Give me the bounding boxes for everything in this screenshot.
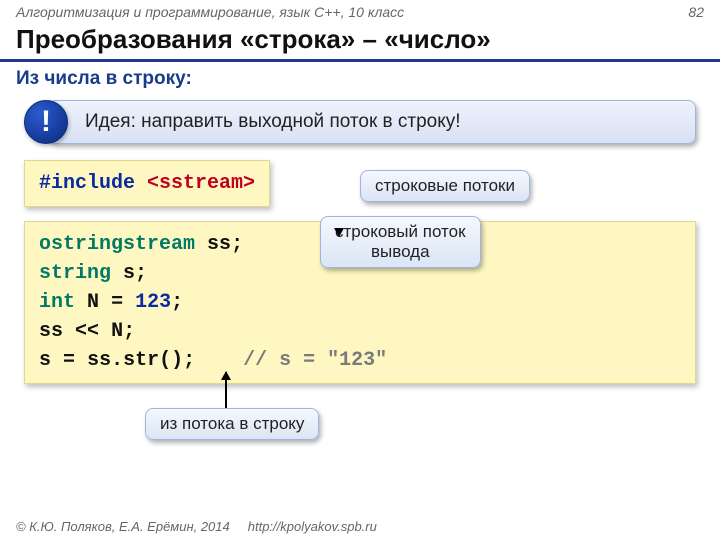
callout-to-string: из потока в строку [145, 408, 319, 440]
tok: ; [171, 291, 183, 314]
exclamation-icon: ! [24, 100, 68, 144]
tok: 123 [135, 291, 171, 314]
tok: s [39, 349, 51, 372]
tok: N [87, 291, 99, 314]
tok: ss [207, 233, 231, 256]
tok: = [63, 349, 75, 372]
tok: string [39, 262, 111, 285]
page-subtitle: Из числа в строку: [0, 62, 720, 100]
page-title: Преобразования «строка» – «число» [0, 22, 720, 62]
tok: ; [123, 320, 135, 343]
idea-text: Идея: направить выходной поток в строку! [48, 100, 696, 144]
tok: ss.str() [87, 349, 183, 372]
tok-include: #include [39, 172, 135, 195]
copyright: © К.Ю. Поляков, Е.А. Ерёмин, 2014 [16, 519, 230, 534]
tok-comment: // s = "123" [243, 349, 387, 372]
tok: ; [135, 262, 147, 285]
tok: int [39, 291, 75, 314]
tok: ; [183, 349, 195, 372]
idea-callout: Идея: направить выходной поток в строку!… [24, 100, 696, 146]
tok: ; [231, 233, 243, 256]
tok: = [111, 291, 123, 314]
arrow-icon [225, 372, 227, 408]
callout-string-streams: строковые потоки [360, 170, 530, 202]
header-bar: Алгоритмизация и программирование, язык … [0, 0, 720, 22]
callout-line: вывода [335, 242, 466, 262]
tok: N [111, 320, 123, 343]
tok: ostringstream [39, 233, 195, 256]
page-number: 82 [688, 4, 704, 20]
tok: << [75, 320, 99, 343]
callout-output-stream: строковый поток вывода [320, 216, 481, 268]
tok: s [123, 262, 135, 285]
callout-line: строковый поток [335, 222, 466, 242]
course-label: Алгоритмизация и программирование, язык … [16, 4, 404, 20]
footer-url: http://kpolyakov.spb.ru [248, 519, 377, 534]
footer: © К.Ю. Поляков, Е.А. Ерёмин, 2014 http:/… [0, 513, 720, 540]
code-include: #include <sstream> [24, 160, 270, 207]
tok: ss [39, 320, 63, 343]
tok-header: <sstream> [147, 172, 255, 195]
